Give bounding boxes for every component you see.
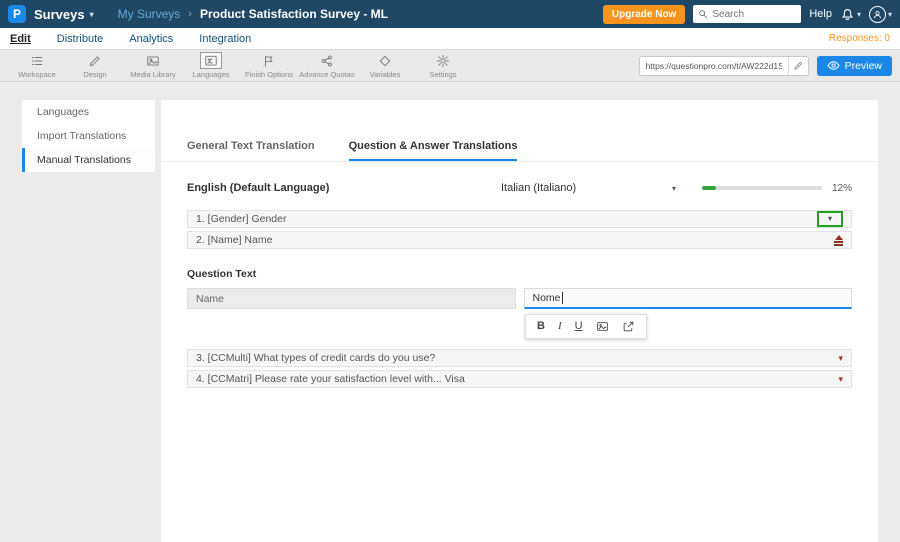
avatar <box>868 5 886 23</box>
content-area: Languages Import Translations Manual Tra… <box>0 82 900 542</box>
underline-button[interactable]: U <box>575 321 583 332</box>
bell-icon <box>842 8 853 20</box>
language-controls: Italian (Italiano) ▾ 12% <box>501 182 852 194</box>
toolbar-item-media-library[interactable]: Media Library <box>124 52 182 79</box>
breadcrumb-my-surveys[interactable]: My Surveys <box>118 7 181 21</box>
notifications-menu[interactable]: ▾ <box>840 7 861 22</box>
breadcrumb-survey-title: Product Satisfaction Survey - ML <box>199 7 389 21</box>
external-link-icon <box>623 321 633 332</box>
languages-icon <box>200 52 222 69</box>
chevron-down-icon[interactable]: ▾ <box>838 374 843 384</box>
breadcrumb-separator: › <box>188 8 192 20</box>
eye-icon <box>827 61 840 70</box>
sidebar-item-languages[interactable]: Languages <box>22 100 155 124</box>
triangle-up-icon <box>834 234 843 240</box>
workspace-icon <box>26 52 48 69</box>
sidebar-item-import-translations[interactable]: Import Translations <box>22 124 155 148</box>
question-label: 4. [CCMatri] Please rate your satisfacti… <box>196 373 465 385</box>
question-row-3[interactable]: 3. [CCMulti] What types of credit cards … <box>187 349 852 367</box>
bold-button[interactable]: B <box>537 321 545 332</box>
media-library-icon <box>142 52 164 69</box>
translations-sidebar: Languages Import Translations Manual Tra… <box>22 100 155 172</box>
source-language-label: English (Default Language) <box>187 182 330 194</box>
progress-fill <box>701 186 717 190</box>
question-label: 3. [CCMulti] What types of credit cards … <box>196 352 436 364</box>
help-link[interactable]: Help <box>809 8 832 20</box>
toolbar-item-finish-options[interactable]: Finish Options <box>240 52 298 79</box>
variables-icon <box>374 52 396 69</box>
questionpro-logo[interactable]: P <box>8 5 26 23</box>
person-icon <box>873 10 882 18</box>
target-language-value: Italian (Italiano) <box>500 182 577 194</box>
surveys-product-menu[interactable]: Surveys ▾ <box>34 7 94 22</box>
search-input[interactable] <box>712 8 793 20</box>
toolbar-right: Preview <box>638 55 892 76</box>
translation-editor: Question Text Name Nome B I U <box>187 252 852 349</box>
chevron-down-icon[interactable]: ▾ <box>838 353 843 363</box>
tab-general-text-translation[interactable]: General Text Translation <box>187 140 315 161</box>
edit-toolbar: Workspace Design Media Library Languages… <box>0 50 900 82</box>
chevron-down-icon: ▾ <box>887 9 892 19</box>
language-row: English (Default Language) Italian (Ital… <box>187 182 852 194</box>
toolbar-item-variables[interactable]: Variables <box>356 52 414 79</box>
question-label: 2. [Name] Name <box>196 234 273 246</box>
global-search <box>693 5 802 23</box>
sidebar-item-manual-translations[interactable]: Manual Translations <box>22 148 155 172</box>
toolbar-item-design[interactable]: Design <box>66 52 124 79</box>
italic-button[interactable]: I <box>558 321 562 332</box>
toolbar-item-advance-quotas[interactable]: Advance Quotas <box>298 52 356 79</box>
survey-url-box <box>638 55 809 76</box>
format-toolbar: B I U <box>525 314 647 339</box>
responses-count: Responses: 0 <box>828 33 890 44</box>
insert-link-button[interactable] <box>622 320 635 333</box>
tab-question-answer-translations[interactable]: Question & Answer Translations <box>348 140 518 161</box>
advance-quotas-icon <box>316 52 338 69</box>
product-label: Surveys <box>34 6 85 22</box>
main-nav: Edit Distribute Analytics Integration Re… <box>0 28 900 50</box>
translation-text-field[interactable]: Nome <box>523 288 852 309</box>
editor-inputs: Name Nome <box>187 288 852 309</box>
survey-url-input[interactable] <box>639 60 788 71</box>
tab-integration[interactable]: Integration <box>199 33 251 45</box>
search-icon <box>699 10 708 19</box>
question-row-2[interactable]: 2. [Name] Name <box>187 231 852 249</box>
tab-analytics[interactable]: Analytics <box>129 33 173 45</box>
question-row-1[interactable]: 1. [Gender] Gender ▾ <box>187 210 852 228</box>
translation-progress-bar <box>701 186 822 190</box>
tab-edit[interactable]: Edit <box>10 33 31 45</box>
question-list: 1. [Gender] Gender ▾ 2. [Name] Name Ques… <box>187 210 852 388</box>
insert-image-button[interactable] <box>596 320 609 333</box>
account-menu[interactable]: ▾ <box>868 5 892 23</box>
chevron-down-icon: ▾ <box>856 9 861 19</box>
progress-percent-label: 12% <box>831 182 852 194</box>
tab-distribute[interactable]: Distribute <box>57 33 103 45</box>
collapse-caret-icon[interactable] <box>834 234 843 246</box>
question-text-label: Question Text <box>187 268 257 280</box>
finish-options-icon <box>258 52 280 69</box>
top-bar: P Surveys ▾ My Surveys › Product Satisfa… <box>0 0 900 28</box>
preview-button[interactable]: Preview <box>816 55 892 76</box>
toolbar-item-settings[interactable]: Settings <box>414 52 472 79</box>
upgrade-now-button[interactable]: Upgrade Now <box>602 4 686 24</box>
chevron-down-icon: ▾ <box>671 183 676 193</box>
settings-gear-icon <box>432 52 454 69</box>
image-icon <box>596 322 608 331</box>
expand-caret-highlighted[interactable]: ▾ <box>817 211 843 227</box>
chevron-down-icon: ▾ <box>827 214 832 223</box>
source-text-field[interactable]: Name <box>187 288 516 309</box>
toolbar-item-languages[interactable]: Languages <box>182 52 240 79</box>
design-icon <box>84 52 106 69</box>
toolbar-item-workspace[interactable]: Workspace <box>8 52 66 79</box>
text-cursor <box>561 292 563 304</box>
edit-url-button[interactable] <box>787 56 808 75</box>
translation-tabs: General Text Translation Question & Answ… <box>161 100 878 162</box>
question-label: 1. [Gender] Gender <box>196 213 287 225</box>
manual-translations-panel: General Text Translation Question & Answ… <box>161 100 878 542</box>
app-window: P Surveys ▾ My Surveys › Product Satisfa… <box>0 0 900 542</box>
chevron-down-icon: ▾ <box>89 9 94 19</box>
question-row-4[interactable]: 4. [CCMatri] Please rate your satisfacti… <box>187 370 852 388</box>
target-language-select[interactable]: Italian (Italiano) ▾ <box>501 182 676 194</box>
